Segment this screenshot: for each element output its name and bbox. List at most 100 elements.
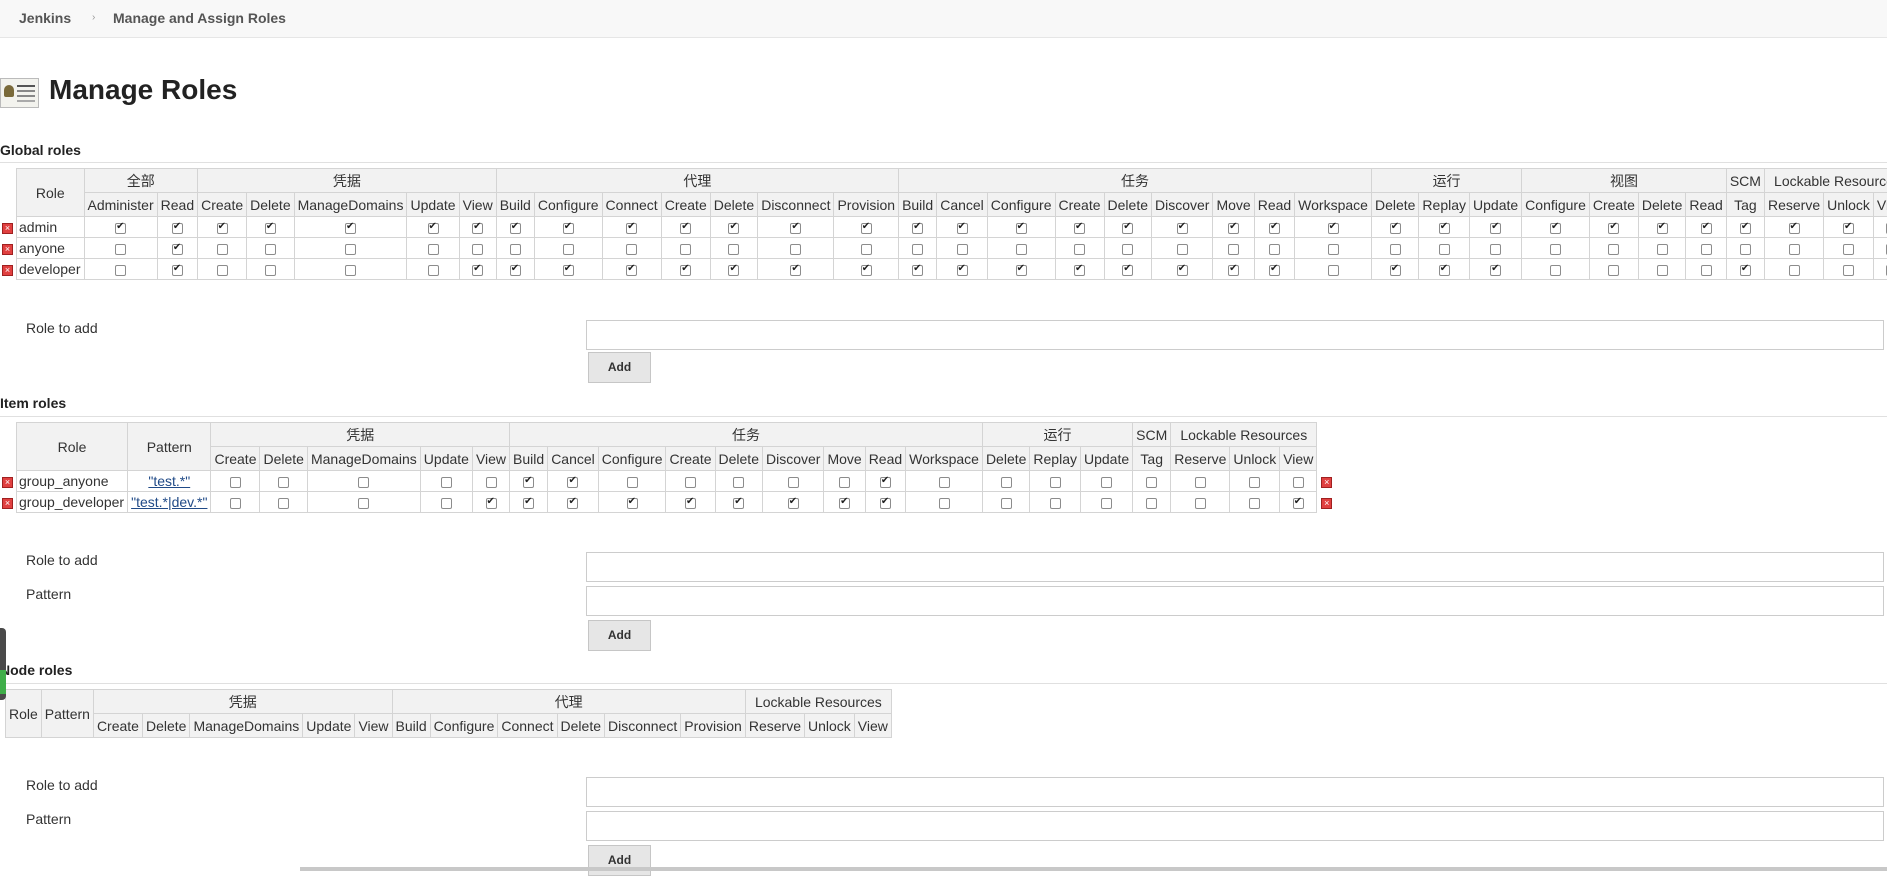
- permission-checkbox[interactable]: [523, 498, 534, 509]
- permission-checkbox[interactable]: [1195, 477, 1206, 488]
- permission-checkbox[interactable]: [685, 477, 696, 488]
- permission-checkbox[interactable]: [1228, 265, 1239, 276]
- permission-checkbox[interactable]: [680, 223, 691, 234]
- permission-checkbox[interactable]: [115, 244, 126, 255]
- permission-checkbox[interactable]: [627, 498, 638, 509]
- permission-checkbox[interactable]: [510, 244, 521, 255]
- permission-checkbox[interactable]: [680, 265, 691, 276]
- permission-checkbox[interactable]: [567, 498, 578, 509]
- permission-checkbox[interactable]: [217, 265, 228, 276]
- global-add-button[interactable]: Add: [588, 352, 651, 383]
- permission-checkbox[interactable]: [1293, 498, 1304, 509]
- permission-checkbox[interactable]: [172, 265, 183, 276]
- permission-checkbox[interactable]: [172, 223, 183, 234]
- permission-checkbox[interactable]: [428, 265, 439, 276]
- permission-checkbox[interactable]: [1490, 265, 1501, 276]
- role-pattern-link[interactable]: "test.*|dev.*": [131, 494, 207, 510]
- permission-checkbox[interactable]: [1074, 265, 1085, 276]
- permission-checkbox[interactable]: [626, 265, 637, 276]
- permission-checkbox[interactable]: [472, 223, 483, 234]
- horizontal-scrollbar[interactable]: [300, 867, 1887, 871]
- permission-checkbox[interactable]: [345, 265, 356, 276]
- permission-checkbox[interactable]: [1328, 265, 1339, 276]
- permission-checkbox[interactable]: [1550, 244, 1561, 255]
- permission-checkbox[interactable]: [1016, 244, 1027, 255]
- permission-checkbox[interactable]: [912, 244, 923, 255]
- permission-checkbox[interactable]: [1740, 223, 1751, 234]
- permission-checkbox[interactable]: [680, 244, 691, 255]
- permission-checkbox[interactable]: [1122, 244, 1133, 255]
- permission-checkbox[interactable]: [728, 265, 739, 276]
- permission-checkbox[interactable]: [957, 223, 968, 234]
- permission-checkbox[interactable]: [441, 477, 452, 488]
- permission-checkbox[interactable]: [1701, 244, 1712, 255]
- permission-checkbox[interactable]: [115, 223, 126, 234]
- permission-checkbox[interactable]: [1843, 265, 1854, 276]
- permission-checkbox[interactable]: [788, 477, 799, 488]
- permission-checkbox[interactable]: [217, 223, 228, 234]
- permission-checkbox[interactable]: [510, 223, 521, 234]
- permission-checkbox[interactable]: [1657, 223, 1668, 234]
- permission-checkbox[interactable]: [1328, 223, 1339, 234]
- permission-checkbox[interactable]: [626, 244, 637, 255]
- permission-checkbox[interactable]: [1390, 265, 1401, 276]
- delete-role-icon[interactable]: [1321, 498, 1332, 509]
- permission-checkbox[interactable]: [358, 477, 369, 488]
- global-role-to-add-input[interactable]: [586, 320, 1884, 350]
- permission-checkbox[interactable]: [1390, 223, 1401, 234]
- permission-checkbox[interactable]: [1249, 477, 1260, 488]
- delete-role-icon[interactable]: [2, 223, 13, 234]
- permission-checkbox[interactable]: [1001, 477, 1012, 488]
- permission-checkbox[interactable]: [1608, 265, 1619, 276]
- item-pattern-input[interactable]: [586, 586, 1884, 616]
- permission-checkbox[interactable]: [790, 244, 801, 255]
- permission-checkbox[interactable]: [1701, 265, 1712, 276]
- node-add-button[interactable]: Add: [588, 845, 651, 876]
- permission-checkbox[interactable]: [230, 498, 241, 509]
- permission-checkbox[interactable]: [172, 244, 183, 255]
- permission-checkbox[interactable]: [957, 244, 968, 255]
- permission-checkbox[interactable]: [345, 244, 356, 255]
- permission-checkbox[interactable]: [1490, 244, 1501, 255]
- permission-checkbox[interactable]: [957, 265, 968, 276]
- permission-checkbox[interactable]: [1101, 498, 1112, 509]
- permission-checkbox[interactable]: [1269, 244, 1280, 255]
- item-add-button[interactable]: Add: [588, 620, 651, 651]
- role-pattern-link[interactable]: "test.*": [148, 473, 190, 489]
- permission-checkbox[interactable]: [523, 477, 534, 488]
- permission-checkbox[interactable]: [472, 244, 483, 255]
- permission-checkbox[interactable]: [1074, 223, 1085, 234]
- permission-checkbox[interactable]: [861, 244, 872, 255]
- permission-checkbox[interactable]: [839, 477, 850, 488]
- permission-checkbox[interactable]: [728, 223, 739, 234]
- permission-checkbox[interactable]: [510, 265, 521, 276]
- permission-checkbox[interactable]: [1001, 498, 1012, 509]
- permission-checkbox[interactable]: [1177, 265, 1188, 276]
- permission-checkbox[interactable]: [1439, 244, 1450, 255]
- permission-checkbox[interactable]: [1146, 498, 1157, 509]
- permission-checkbox[interactable]: [1269, 223, 1280, 234]
- permission-checkbox[interactable]: [1789, 223, 1800, 234]
- permission-checkbox[interactable]: [217, 244, 228, 255]
- node-pattern-input[interactable]: [586, 811, 1884, 841]
- permission-checkbox[interactable]: [1249, 498, 1260, 509]
- permission-checkbox[interactable]: [1740, 244, 1751, 255]
- permission-checkbox[interactable]: [685, 498, 696, 509]
- breadcrumb-current-link[interactable]: Manage and Assign Roles: [113, 10, 286, 26]
- permission-checkbox[interactable]: [1657, 265, 1668, 276]
- permission-checkbox[interactable]: [861, 265, 872, 276]
- permission-checkbox[interactable]: [278, 498, 289, 509]
- node-role-to-add-input[interactable]: [586, 777, 1884, 807]
- permission-checkbox[interactable]: [265, 265, 276, 276]
- permission-checkbox[interactable]: [265, 223, 276, 234]
- permission-checkbox[interactable]: [1228, 244, 1239, 255]
- permission-checkbox[interactable]: [1050, 498, 1061, 509]
- permission-checkbox[interactable]: [567, 477, 578, 488]
- permission-checkbox[interactable]: [1177, 223, 1188, 234]
- permission-checkbox[interactable]: [1439, 223, 1450, 234]
- permission-checkbox[interactable]: [728, 244, 739, 255]
- permission-checkbox[interactable]: [1439, 265, 1450, 276]
- permission-checkbox[interactable]: [1074, 244, 1085, 255]
- permission-checkbox[interactable]: [1101, 477, 1112, 488]
- permission-checkbox[interactable]: [1740, 265, 1751, 276]
